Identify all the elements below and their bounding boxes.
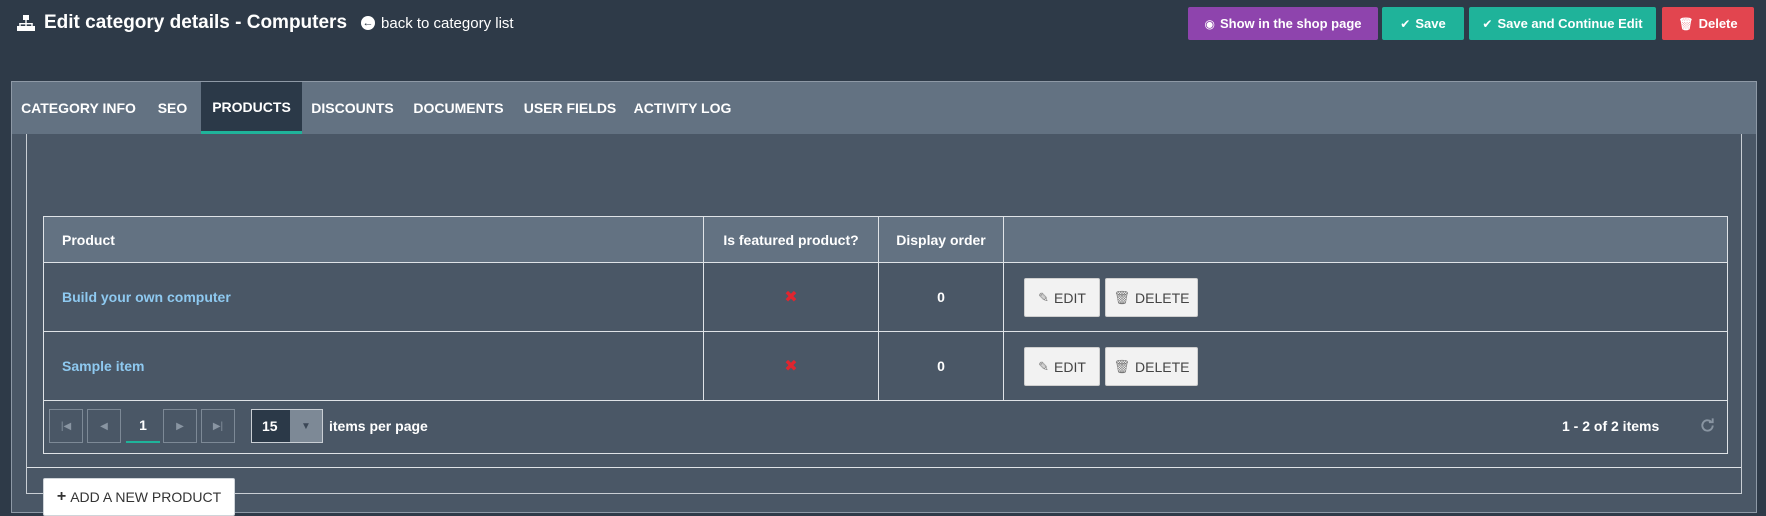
cross-icon: ✖	[784, 358, 798, 375]
column-featured[interactable]: Is featured product?	[704, 217, 878, 262]
title-area: Edit category details - Computers ← back…	[16, 12, 514, 34]
row-delete-button[interactable]: 🗑 DELETE	[1105, 278, 1198, 317]
delete-label: Delete	[1698, 16, 1738, 31]
page-title: Edit category details - Computers	[44, 12, 348, 33]
eye-icon: ◉	[1204, 16, 1215, 31]
tab-bar: CATEGORY INFO SEO PRODUCTS DISCOUNTS DOC…	[12, 82, 1756, 134]
sitemap-icon	[17, 15, 35, 31]
tab-activity-log[interactable]: ACTIVITY LOG	[626, 82, 739, 134]
back-link-label: back to category list	[381, 14, 514, 32]
edit-label: EDIT	[1054, 358, 1086, 375]
last-page-icon[interactable]: ▶|	[201, 409, 235, 443]
back-to-list-link[interactable]: ← back to category list	[361, 15, 514, 32]
trash-icon: 🗑	[1678, 16, 1694, 31]
product-name-link[interactable]: Build your own computer	[62, 263, 231, 331]
first-page-icon[interactable]: |◀	[49, 409, 83, 443]
chevron-down-icon[interactable]: ▼	[290, 410, 322, 442]
tab-products[interactable]: PRODUCTS	[201, 82, 302, 134]
row-delete-label: DELETE	[1135, 289, 1190, 306]
add-new-product-button[interactable]: + ADD A NEW PRODUCT	[43, 478, 235, 516]
page-number[interactable]: 1	[126, 409, 160, 443]
plus-icon: +	[56, 488, 67, 505]
items-count: 1 - 2 of 2 items	[1562, 418, 1660, 434]
items-per-page-label: items per page	[329, 418, 428, 434]
pager: |◀ ◀ 1 ▶ ▶| 15 ▼ items per page 1 - 2 of…	[44, 401, 1727, 453]
delete-button[interactable]: 🗑 Delete	[1662, 7, 1754, 40]
tab-category-info[interactable]: CATEGORY INFO	[12, 82, 145, 134]
page-size-select[interactable]: 15 ▼	[251, 409, 323, 443]
cross-icon: ✖	[784, 289, 798, 306]
check-icon: ✔	[1400, 16, 1411, 31]
table-row: Sample item ✖ 0 ✎ EDIT 🗑 DELETE	[44, 332, 1727, 401]
tab-user-fields[interactable]: USER FIELDS	[514, 82, 626, 134]
column-display-order[interactable]: Display order	[879, 217, 1003, 262]
table-row: Build your own computer ✖ 0 ✎ EDIT 🗑 DEL…	[44, 263, 1727, 332]
next-page-icon[interactable]: ▶	[163, 409, 197, 443]
arrow-left-circle-icon: ←	[361, 16, 376, 30]
products-grid: Product Is featured product? Display ord…	[43, 216, 1728, 454]
display-order-value: 0	[937, 358, 945, 374]
page-size-value: 15	[262, 418, 278, 434]
row-delete-label: DELETE	[1135, 358, 1190, 375]
category-card: CATEGORY INFO SEO PRODUCTS DISCOUNTS DOC…	[11, 81, 1757, 516]
display-order-value: 0	[937, 289, 945, 305]
check-circle-icon: ✔	[1482, 16, 1493, 31]
row-delete-button[interactable]: 🗑 DELETE	[1105, 347, 1198, 386]
show-in-shop-label: Show in the shop page	[1219, 16, 1362, 31]
product-name-link[interactable]: Sample item	[62, 332, 144, 400]
show-in-shop-button[interactable]: ◉ Show in the shop page	[1188, 7, 1378, 40]
edit-button[interactable]: ✎ EDIT	[1024, 278, 1100, 317]
tab-documents[interactable]: DOCUMENTS	[403, 82, 514, 134]
save-label: Save	[1415, 16, 1446, 31]
featured-cell: ✖	[704, 332, 878, 400]
edit-button[interactable]: ✎ EDIT	[1024, 347, 1100, 386]
column-product[interactable]: Product	[62, 217, 115, 262]
page-header: Edit category details - Computers ← back…	[0, 0, 1766, 50]
tab-seo[interactable]: SEO	[145, 82, 200, 134]
product-name[interactable]: Build your own computer	[62, 289, 231, 305]
edit-label: EDIT	[1054, 289, 1086, 306]
grid-header: Product Is featured product? Display ord…	[44, 217, 1727, 263]
save-continue-label: Save and Continue Edit	[1497, 16, 1643, 31]
trash-icon: 🗑	[1113, 358, 1131, 374]
pencil-icon: ✎	[1038, 289, 1049, 305]
trash-icon: 🗑	[1113, 289, 1131, 305]
refresh-icon[interactable]	[1699, 417, 1716, 434]
save-button[interactable]: ✔ Save	[1382, 7, 1464, 40]
featured-cell: ✖	[704, 263, 878, 331]
add-new-product-label: ADD A NEW PRODUCT	[70, 489, 222, 505]
divider	[27, 467, 1741, 468]
save-continue-button[interactable]: ✔ Save and Continue Edit	[1469, 7, 1656, 40]
previous-page-icon[interactable]: ◀	[87, 409, 121, 443]
pencil-icon: ✎	[1038, 358, 1049, 374]
tab-discounts[interactable]: DISCOUNTS	[302, 82, 403, 134]
product-name[interactable]: Sample item	[62, 358, 144, 374]
products-panel: Product Is featured product? Display ord…	[26, 134, 1742, 516]
